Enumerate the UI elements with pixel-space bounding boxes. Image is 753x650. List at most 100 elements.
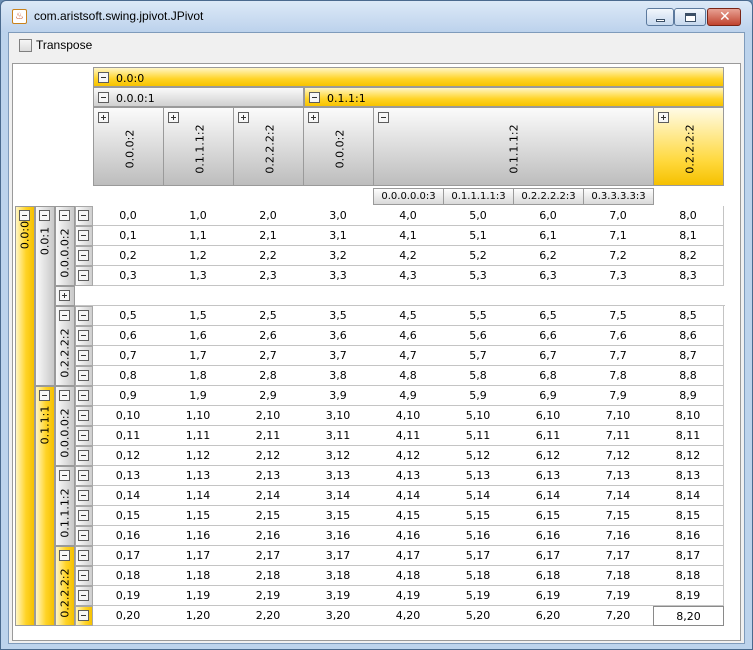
- collapse-icon[interactable]: [98, 92, 109, 103]
- col-header-level2-3[interactable]: 0.0.0:2: [303, 107, 374, 186]
- table-cell[interactable]: 0,12: [93, 446, 164, 466]
- collapse-icon[interactable]: [78, 210, 89, 221]
- collapse-icon[interactable]: [78, 250, 89, 261]
- table-cell[interactable]: 8,17: [653, 546, 724, 566]
- table-cell[interactable]: 8,2: [653, 246, 724, 266]
- table-cell[interactable]: 4,10: [373, 406, 444, 426]
- table-cell[interactable]: 4,16: [373, 526, 444, 546]
- table-cell[interactable]: 3,16: [303, 526, 374, 546]
- table-cell[interactable]: 8,8: [653, 366, 724, 386]
- table-cell[interactable]: 2,9: [233, 386, 304, 406]
- table-cell[interactable]: 0,10: [93, 406, 164, 426]
- table-cell[interactable]: 3,18: [303, 566, 374, 586]
- table-cell[interactable]: 8,18: [653, 566, 724, 586]
- table-cell[interactable]: 8,9: [653, 386, 724, 406]
- table-cell[interactable]: 6,16: [513, 526, 584, 546]
- table-cell[interactable]: 5,12: [443, 446, 514, 466]
- table-cell[interactable]: 6,10: [513, 406, 584, 426]
- table-cell[interactable]: 2,15: [233, 506, 304, 526]
- col-header-level2-2[interactable]: 0.2.2.2:2: [233, 107, 304, 186]
- table-cell[interactable]: 1,5: [163, 306, 234, 326]
- table-cell[interactable]: 5,1: [443, 226, 514, 246]
- row-header-level3[interactable]: [75, 466, 93, 486]
- table-cell[interactable]: 2,1: [233, 226, 304, 246]
- table-cell[interactable]: 0,20: [93, 606, 164, 626]
- row-header-level3[interactable]: [75, 266, 93, 286]
- table-cell[interactable]: 3,8: [303, 366, 374, 386]
- table-cell[interactable]: 4,8: [373, 366, 444, 386]
- table-cell[interactable]: 7,16: [583, 526, 654, 546]
- table-cell[interactable]: 2,16: [233, 526, 304, 546]
- collapse-icon[interactable]: [78, 570, 89, 581]
- collapse-icon[interactable]: [39, 390, 50, 401]
- table-cell[interactable]: 8,16: [653, 526, 724, 546]
- table-cell[interactable]: 7,11: [583, 426, 654, 446]
- transpose-checkbox[interactable]: [19, 39, 32, 52]
- table-cell[interactable]: 7,0: [583, 206, 654, 226]
- table-cell[interactable]: 6,3: [513, 266, 584, 286]
- table-cell[interactable]: 0,0: [93, 206, 164, 226]
- table-cell[interactable]: 1,0: [163, 206, 234, 226]
- table-cell[interactable]: 7,15: [583, 506, 654, 526]
- expand-icon[interactable]: [59, 290, 70, 301]
- col-header-level2-1[interactable]: 0.1.1.1:2: [163, 107, 234, 186]
- table-cell[interactable]: 1,9: [163, 386, 234, 406]
- table-cell[interactable]: 3,9: [303, 386, 374, 406]
- table-cell[interactable]: 8,7: [653, 346, 724, 366]
- table-cell[interactable]: 5,17: [443, 546, 514, 566]
- table-cell[interactable]: 7,1: [583, 226, 654, 246]
- table-cell[interactable]: 7,18: [583, 566, 654, 586]
- row-header-level3[interactable]: [75, 566, 93, 586]
- table-cell[interactable]: 2,2: [233, 246, 304, 266]
- table-cell[interactable]: 3,7: [303, 346, 374, 366]
- table-cell[interactable]: 4,11: [373, 426, 444, 446]
- table-cell[interactable]: 6,7: [513, 346, 584, 366]
- table-cell[interactable]: 1,7: [163, 346, 234, 366]
- row-header-level3[interactable]: [75, 226, 93, 246]
- row-header-level2-2[interactable]: 0.0.0.0:2: [55, 386, 75, 466]
- table-cell[interactable]: 7,3: [583, 266, 654, 286]
- row-header-level1-0[interactable]: 0.0:1: [35, 206, 55, 386]
- collapse-icon[interactable]: [78, 390, 89, 401]
- table-cell[interactable]: 0,19: [93, 586, 164, 606]
- row-header-level3[interactable]: [75, 406, 93, 426]
- table-cell[interactable]: 8,1: [653, 226, 724, 246]
- table-cell[interactable]: 2,6: [233, 326, 304, 346]
- collapse-icon[interactable]: [78, 230, 89, 241]
- row-header-level3[interactable]: [75, 586, 93, 606]
- table-cell[interactable]: 3,12: [303, 446, 374, 466]
- collapse-icon[interactable]: [78, 270, 89, 281]
- table-cell[interactable]: 2,12: [233, 446, 304, 466]
- table-cell[interactable]: 2,14: [233, 486, 304, 506]
- table-cell[interactable]: 4,15: [373, 506, 444, 526]
- table-cell[interactable]: 1,1: [163, 226, 234, 246]
- col-header-level0[interactable]: 0.0:0: [93, 67, 724, 87]
- table-cell[interactable]: 7,20: [583, 606, 654, 626]
- table-cell[interactable]: 6,13: [513, 466, 584, 486]
- table-cell[interactable]: 8,6: [653, 326, 724, 346]
- table-cell[interactable]: 2,7: [233, 346, 304, 366]
- table-cell[interactable]: 1,13: [163, 466, 234, 486]
- table-cell[interactable]: 5,20: [443, 606, 514, 626]
- table-cell[interactable]: 4,19: [373, 586, 444, 606]
- table-cell[interactable]: 4,20: [373, 606, 444, 626]
- table-cell[interactable]: 6,1: [513, 226, 584, 246]
- table-cell[interactable]: 4,5: [373, 306, 444, 326]
- row-header-level1-1[interactable]: 0.1.1:1: [35, 386, 55, 626]
- table-cell[interactable]: 0,15: [93, 506, 164, 526]
- title-bar[interactable]: ♨ com.aristsoft.swing.jpivot.JPivot ✕: [1, 1, 752, 32]
- collapse-icon[interactable]: [78, 330, 89, 341]
- table-cell[interactable]: 0,14: [93, 486, 164, 506]
- table-cell[interactable]: 3,2: [303, 246, 374, 266]
- table-cell[interactable]: 1,12: [163, 446, 234, 466]
- table-cell[interactable]: 5,6: [443, 326, 514, 346]
- table-cell[interactable]: 7,2: [583, 246, 654, 266]
- table-cell[interactable]: 3,13: [303, 466, 374, 486]
- table-cell[interactable]: 6,14: [513, 486, 584, 506]
- table-cell[interactable]: 3,17: [303, 546, 374, 566]
- collapse-icon[interactable]: [78, 470, 89, 481]
- table-cell[interactable]: 6,11: [513, 426, 584, 446]
- table-cell[interactable]: 1,2: [163, 246, 234, 266]
- expand-icon[interactable]: [308, 112, 319, 123]
- table-cell[interactable]: 4,1: [373, 226, 444, 246]
